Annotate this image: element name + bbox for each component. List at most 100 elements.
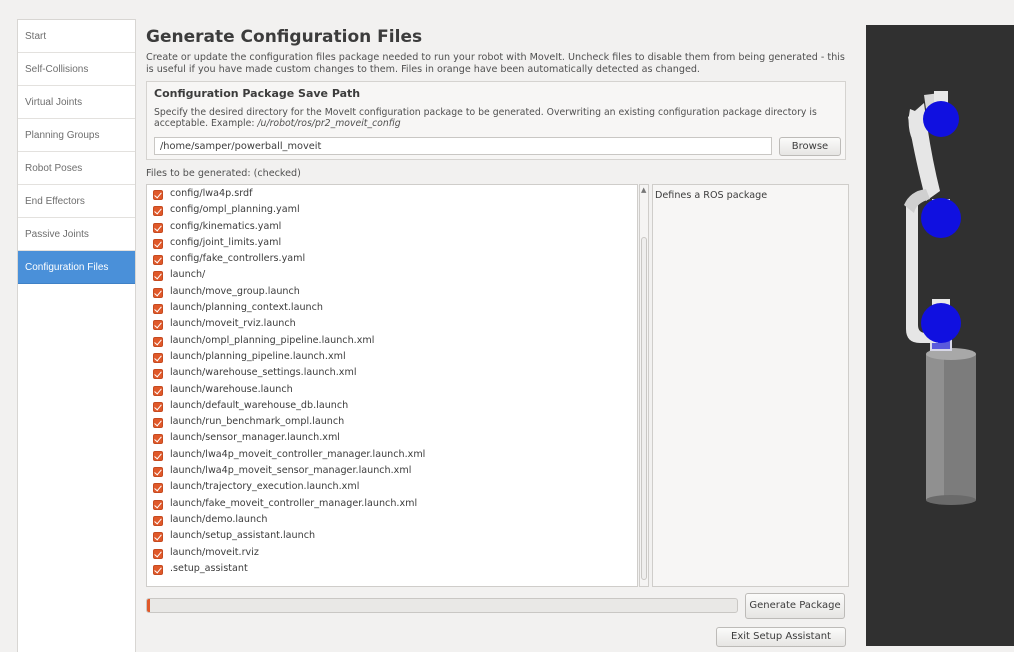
file-list-item[interactable]: config/ompl_planning.yaml [147,203,637,219]
sidebar-item-start[interactable]: Start [18,20,135,53]
file-list-item[interactable]: launch/lwa4p_moveit_sensor_manager.launc… [147,464,637,480]
checkbox-checked-icon[interactable] [153,352,163,363]
file-name: launch/lwa4p_moveit_controller_manager.l… [170,448,426,460]
file-list-item[interactable]: config/fake_controllers.yaml [147,252,637,268]
page-title: Generate Configuration Files [146,27,423,47]
file-list-item[interactable]: launch/move_group.launch [147,285,637,301]
sidebar-item-virtual-joints[interactable]: Virtual Joints [18,86,135,119]
file-list-item[interactable]: launch/moveit_rviz.launch [147,317,637,333]
save-path-group: Configuration Package Save Path Specify … [146,81,846,160]
file-list-item[interactable]: launch/trajectory_execution.launch.xml [147,480,637,496]
file-name: launch/fake_moveit_controller_manager.la… [170,497,418,509]
file-name: launch/default_warehouse_db.launch [170,399,349,411]
file-name: launch/setup_assistant.launch [170,530,316,542]
checkbox-checked-icon[interactable] [153,206,163,217]
checkbox-checked-icon[interactable] [153,467,163,478]
file-list-item[interactable]: config/lwa4p.srdf [147,187,637,203]
file-list-item[interactable]: config/joint_limits.yaml [147,236,637,252]
file-name: launch/move_group.launch [170,285,300,297]
browse-button[interactable]: Browse [779,137,841,156]
checkbox-checked-icon[interactable] [153,548,163,559]
save-path-description: Specify the desired directory for the Mo… [154,107,834,129]
file-name: config/joint_limits.yaml [170,236,282,248]
checkbox-checked-icon[interactable] [153,238,163,249]
progress-fill [147,599,150,612]
scroll-up-arrow-icon[interactable]: ▲ [641,186,646,194]
file-name: config/lwa4p.srdf [170,188,253,199]
file-list-item[interactable]: launch/setup_assistant.launch [147,529,637,545]
checkbox-checked-icon[interactable] [153,401,163,412]
file-list-item[interactable]: launch/planning_pipeline.launch.xml [147,350,637,366]
sidebar-item-end-effectors[interactable]: End Effectors [18,185,135,218]
file-description-text: Defines a ROS package [655,190,768,201]
sidebar-item-self-collisions[interactable]: Self-Collisions [18,53,135,86]
main-panel: Generate Configuration Files Create or u… [146,0,852,651]
file-name: launch/planning_pipeline.launch.xml [170,350,346,362]
file-name: launch/warehouse.launch [170,383,293,395]
file-list-item[interactable]: config/kinematics.yaml [147,220,637,236]
checkbox-checked-icon[interactable] [153,564,163,575]
checkbox-checked-icon[interactable] [153,418,163,429]
checkbox-checked-icon[interactable] [153,532,163,543]
file-list-item[interactable]: launch/run_benchmark_ompl.launch [147,415,637,431]
file-name: launch/lwa4p_moveit_sensor_manager.launc… [170,465,412,477]
file-name: launch/warehouse_settings.launch.xml [170,367,357,379]
sidebar-item-label: Passive Joints [25,229,89,240]
file-list[interactable]: config/lwa4p.srdf config/ompl_planning.ya… [146,184,638,587]
checkbox-checked-icon[interactable] [153,190,163,200]
file-list-item[interactable]: launch/moveit.rviz [147,546,637,562]
file-name: config/fake_controllers.yaml [170,253,306,265]
scrollbar-thumb[interactable] [641,237,647,580]
checkbox-checked-icon[interactable] [153,369,163,380]
robot-3d-viewer[interactable] [866,25,1014,646]
sidebar-item-label: Robot Poses [25,163,83,174]
file-name: launch/ [170,269,206,281]
checkbox-checked-icon[interactable] [153,255,163,266]
files-label: Files to be generated: (checked) [146,168,301,179]
file-list-item[interactable]: launch/planning_context.launch [147,301,637,317]
file-list-item[interactable]: launch/fake_moveit_controller_manager.la… [147,497,637,513]
page-description: Create or update the configuration files… [146,52,845,75]
file-name: launch/moveit.rviz [170,546,259,558]
sidebar-item-label: Planning Groups [25,130,100,141]
checkbox-checked-icon[interactable] [153,385,163,396]
checkbox-checked-icon[interactable] [153,483,163,494]
file-list-item[interactable]: launch/sensor_manager.launch.xml [147,431,637,447]
file-list-item[interactable]: .setup_assistant [147,562,637,578]
checkbox-checked-icon[interactable] [153,434,163,445]
sidebar-item-planning-groups[interactable]: Planning Groups [18,119,135,152]
file-list-item[interactable]: launch/warehouse.launch [147,383,637,399]
file-list-item[interactable]: launch/ [147,268,637,284]
sidebar-item-robot-poses[interactable]: Robot Poses [18,152,135,185]
file-list-item[interactable]: launch/ompl_planning_pipeline.launch.xml [147,334,637,350]
generate-package-button[interactable]: Generate Package [745,593,845,619]
file-list-item[interactable]: launch/warehouse_settings.launch.xml [147,366,637,382]
checkbox-checked-icon[interactable] [153,271,163,282]
file-list-item[interactable]: launch/demo.launch [147,513,637,529]
file-list-scrollbar[interactable]: ▲ [639,184,649,587]
checkbox-checked-icon[interactable] [153,450,163,461]
sidebar: Start Self-Collisions Virtual Joints Planni… [17,19,136,652]
checkbox-checked-icon[interactable] [153,499,163,510]
checkbox-checked-icon[interactable] [153,222,163,233]
checkbox-checked-icon[interactable] [153,304,163,315]
save-path-example: /u/robot/ros/pr2_moveit_config [257,118,401,129]
file-name: launch/demo.launch [170,513,268,525]
file-list-item[interactable]: launch/lwa4p_moveit_controller_manager.l… [147,448,637,464]
checkbox-checked-icon[interactable] [153,336,163,347]
checkbox-checked-icon[interactable] [153,287,163,298]
sidebar-item-passive-joints[interactable]: Passive Joints [18,218,135,251]
save-path-input[interactable] [154,137,772,155]
file-list-item[interactable]: launch/default_warehouse_db.launch [147,399,637,415]
sidebar-item-configuration-files[interactable]: Configuration Files [18,251,135,284]
file-name: launch/sensor_manager.launch.xml [170,432,340,444]
save-path-description-text: Specify the desired directory for the Mo… [154,107,817,129]
save-path-title: Configuration Package Save Path [154,87,361,100]
file-name: config/kinematics.yaml [170,220,282,232]
checkbox-checked-icon[interactable] [153,515,163,526]
exit-setup-assistant-button[interactable]: Exit Setup Assistant [716,627,846,647]
file-name: config/ompl_planning.yaml [170,204,300,216]
file-name: launch/trajectory_execution.launch.xml [170,481,360,493]
sidebar-item-label: Start [25,31,47,42]
checkbox-checked-icon[interactable] [153,320,163,331]
